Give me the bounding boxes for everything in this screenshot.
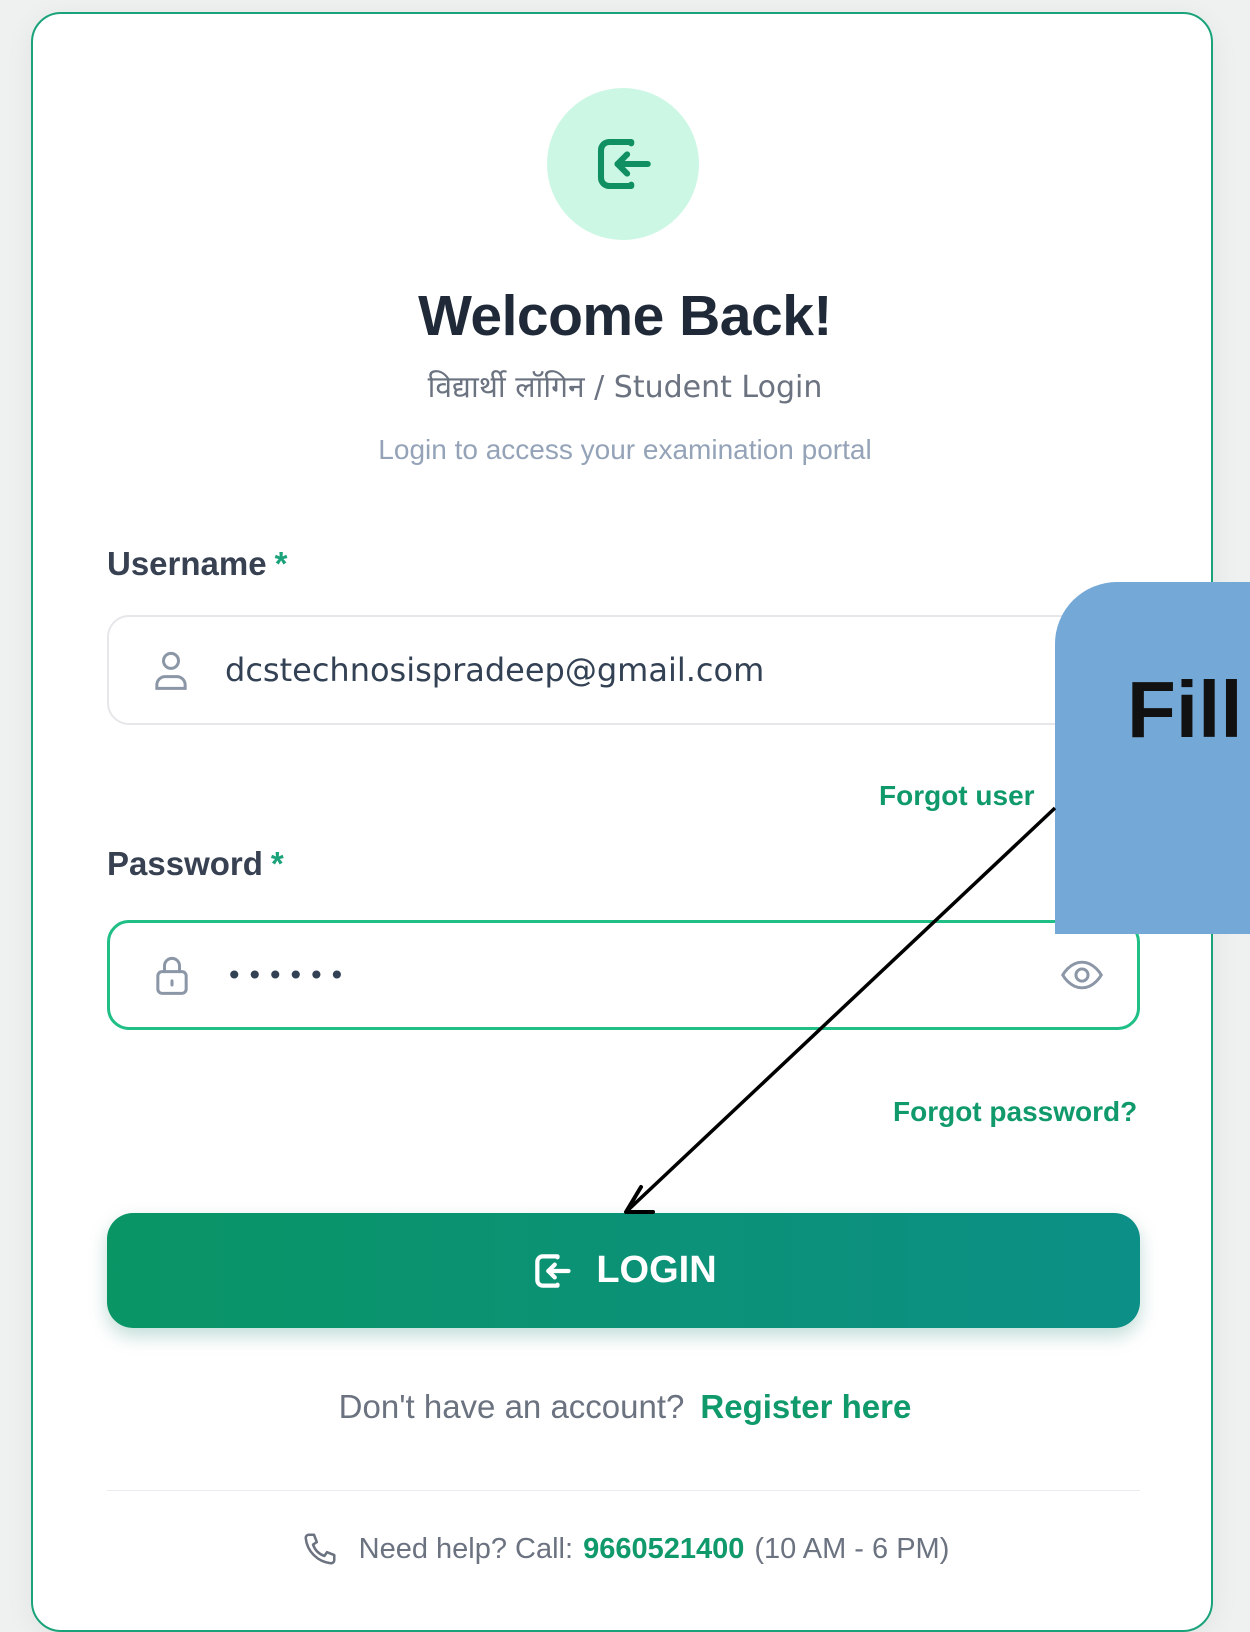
login-icon <box>597 138 651 190</box>
annotation-callout: Fill <box>1055 582 1250 934</box>
required-mark: * <box>270 845 284 882</box>
password-label: Password * <box>107 845 284 882</box>
login-logo <box>547 88 699 240</box>
phone-icon <box>301 1530 339 1568</box>
username-input[interactable] <box>223 639 987 701</box>
page-tagline: Login to access your examination portal <box>378 434 872 465</box>
help-phone-number[interactable]: 9660521400 <box>583 1533 744 1566</box>
username-label: Username * <box>107 545 288 582</box>
forgot-password-link[interactable]: Forgot password? <box>893 1096 1137 1128</box>
username-field[interactable] <box>107 615 1140 725</box>
forgot-username-link[interactable]: Forgot user <box>879 780 1035 812</box>
page-subtitle: विद्यार्थी लॉगिन / Student Login <box>427 370 823 405</box>
login-button-label: LOGIN <box>596 1249 717 1291</box>
login-button[interactable]: LOGIN <box>107 1213 1140 1328</box>
help-line: Need help? Call: 9660521400 (10 AM - 6 P… <box>0 1530 1250 1568</box>
user-icon <box>146 645 196 695</box>
register-link[interactable]: Register here <box>700 1388 911 1425</box>
signup-prompt: Don't have an account? Register here <box>338 1388 912 1425</box>
page-title: Welcome Back! <box>418 284 832 348</box>
login-icon <box>530 1249 574 1293</box>
divider <box>107 1490 1140 1491</box>
required-mark: * <box>274 545 288 582</box>
eye-icon[interactable] <box>1057 950 1107 1000</box>
password-input[interactable] <box>224 944 928 1006</box>
password-field[interactable] <box>107 920 1140 1030</box>
lock-icon <box>147 950 197 1000</box>
